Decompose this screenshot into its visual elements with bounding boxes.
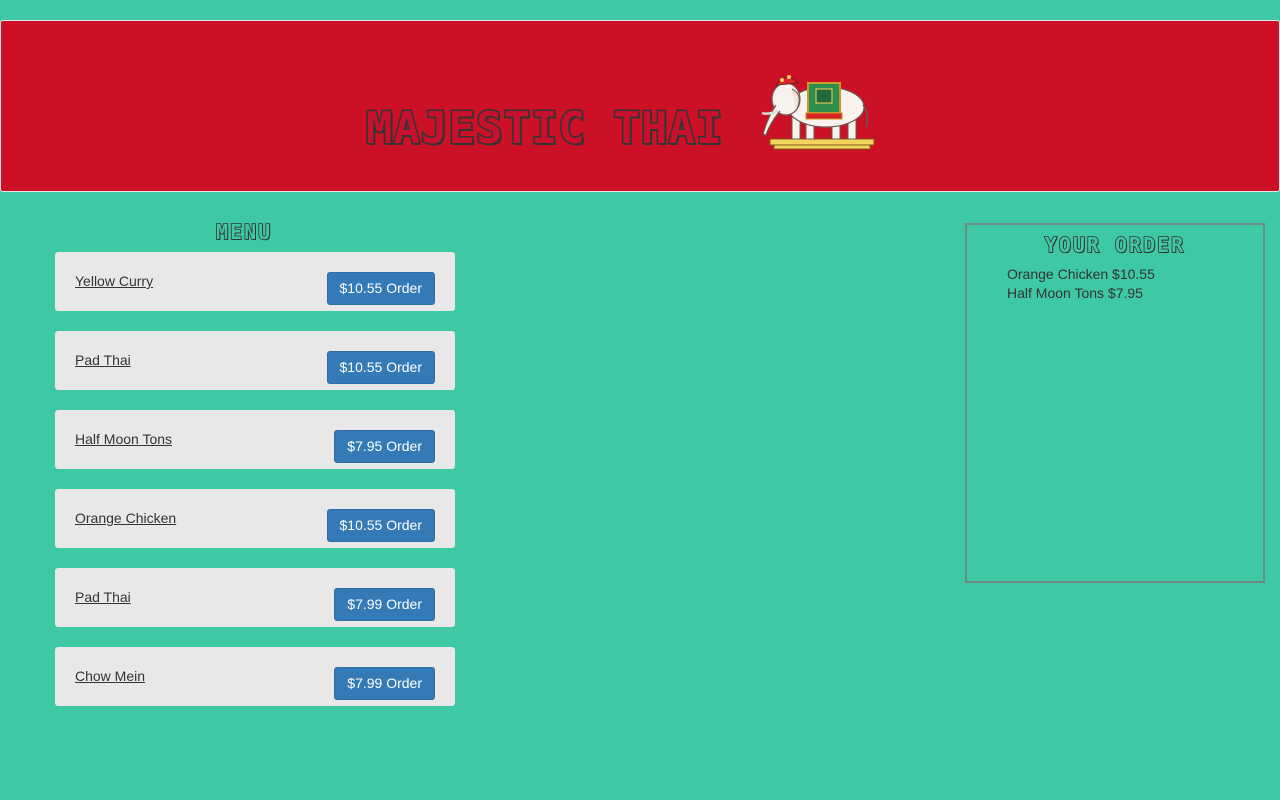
order-line-item: Orange Chicken $10.55 [1007,266,1155,282]
order-button[interactable]: $7.99 Order [334,588,435,621]
order-panel: YOUR ORDER Orange Chicken $10.55 Half Mo… [965,223,1265,583]
menu-item-link[interactable]: Chow Mein [75,668,145,684]
order-line-item: Half Moon Tons $7.95 [1007,285,1143,301]
order-button[interactable]: $7.99 Order [334,667,435,700]
elephant-icon [761,75,875,150]
menu-item-link[interactable]: Orange Chicken [75,510,176,526]
order-button[interactable]: $7.95 Order [334,430,435,463]
site-header: MAJESTIC THAI [0,20,1280,192]
menu-item: Chow Mein $7.99 Order [55,647,455,706]
menu-heading: MENU [215,219,273,245]
restaurant-title: MAJESTIC THAI [364,102,724,156]
order-button[interactable]: $10.55 Order [326,509,435,542]
menu-item: Yellow Curry $10.55 Order [55,252,455,311]
menu-list: Yellow Curry $10.55 Order Pad Thai $10.5… [55,252,455,726]
menu-item: Pad Thai $10.55 Order [55,331,455,390]
menu-item-link[interactable]: Pad Thai [75,589,131,605]
order-heading: YOUR ORDER [1044,232,1186,258]
menu-item: Orange Chicken $10.55 Order [55,489,455,548]
menu-item: Half Moon Tons $7.95 Order [55,410,455,469]
menu-item-link[interactable]: Yellow Curry [75,273,153,289]
order-button[interactable]: $10.55 Order [326,272,435,305]
order-button[interactable]: $10.55 Order [326,351,435,384]
menu-item: Pad Thai $7.99 Order [55,568,455,627]
order-list: Orange Chicken $10.55 Half Moon Tons $7.… [1007,265,1155,303]
menu-item-link[interactable]: Half Moon Tons [75,431,172,447]
menu-item-link[interactable]: Pad Thai [75,352,131,368]
